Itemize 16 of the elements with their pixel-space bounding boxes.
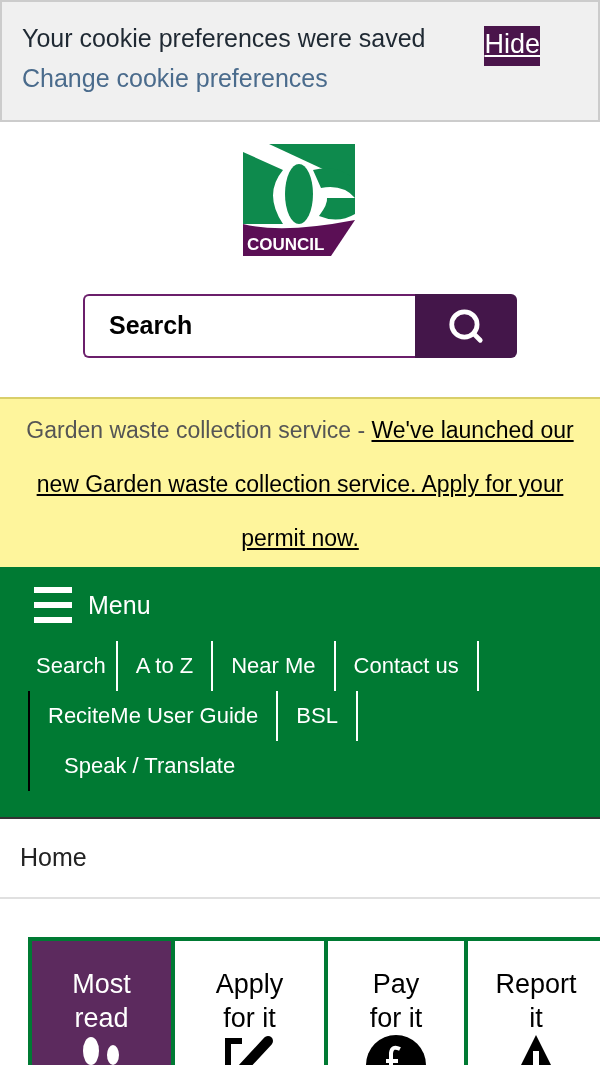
- menu-link[interactable]: Contact us: [335, 641, 479, 691]
- menu-link[interactable]: ReciteMe User Guide: [30, 691, 279, 741]
- category-tab[interactable]: Most read: [32, 941, 175, 1065]
- menu-link[interactable]: Near Me: [213, 641, 336, 691]
- council-logo: COUNCIL: [243, 144, 357, 258]
- menu-link[interactable]: Search: [28, 641, 118, 691]
- menu-link[interactable]: BSL: [278, 691, 358, 741]
- hide-button[interactable]: Hide: [484, 26, 540, 66]
- cookie-message: Your cookie preferences were saved: [22, 23, 426, 54]
- alert-link[interactable]: Garden waste collection service - We've launched our new Garden waste collection service. Apply for your permit now.: [4, 403, 596, 565]
- menu-link[interactable]: Speak / Translate: [30, 741, 236, 791]
- search-field[interactable]: Search: [83, 294, 415, 358]
- menu-button[interactable]: Menu: [34, 587, 151, 625]
- breadcrumb-link[interactable]: Home: [20, 839, 87, 877]
- menu-link[interactable]: A to Z: [117, 641, 214, 691]
- change-cookie-link[interactable]: Change cookie preferences: [22, 62, 426, 94]
